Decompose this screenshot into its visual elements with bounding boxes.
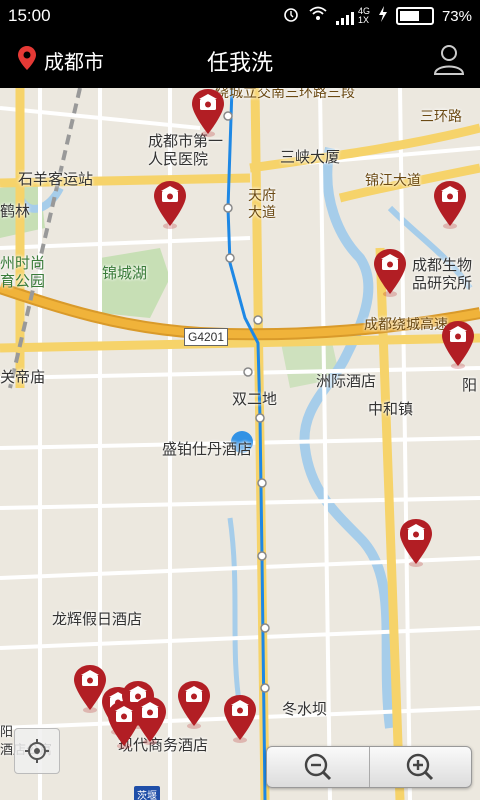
laundry-pin-icon bbox=[224, 695, 256, 743]
map-label-zhonghe: 中和镇 bbox=[368, 400, 414, 418]
map-label-he-lin: 鹤林 bbox=[0, 202, 31, 220]
map-label-sanxia: 三峡大厦 bbox=[280, 148, 341, 166]
laundry-pin[interactable] bbox=[398, 518, 434, 568]
laundry-pin-icon bbox=[374, 249, 406, 297]
laundry-pin[interactable] bbox=[440, 320, 476, 370]
map-label-jinjiang: 锦江大道 bbox=[365, 173, 421, 189]
app-header: 成都市 任我洗 bbox=[0, 32, 480, 88]
map-label-shengbo-hotel: 盛铂仕丹酒店 bbox=[162, 440, 253, 458]
map-label-jincheng-lake: 锦城湖 bbox=[102, 264, 148, 282]
map-label-longhui-hotel: 龙辉假日酒店 bbox=[52, 610, 143, 628]
status-icons: 4G 1X 73% bbox=[282, 5, 472, 27]
zoom-in-button[interactable] bbox=[368, 747, 472, 787]
highway-badge: G4201 bbox=[184, 328, 229, 346]
wifi-icon bbox=[308, 6, 328, 26]
user-button[interactable] bbox=[432, 42, 466, 76]
locate-icon bbox=[25, 739, 49, 763]
laundry-pin[interactable] bbox=[432, 180, 468, 230]
battery-icon bbox=[395, 7, 434, 25]
map-label-time-park: 州时尚 育公园 bbox=[0, 254, 46, 290]
alarm-icon bbox=[282, 5, 300, 27]
laundry-pin-icon bbox=[154, 181, 186, 229]
laundry-pin[interactable] bbox=[176, 680, 212, 730]
zoom-controls bbox=[266, 746, 472, 788]
app-title: 任我洗 bbox=[206, 51, 273, 76]
map-label-ring-road: 绕城立交南三环路三段 bbox=[215, 88, 355, 101]
map-label-zhouji-hotel: 洲际酒店 bbox=[316, 372, 377, 390]
map-label-tianfu: 天府 大道 bbox=[248, 188, 276, 221]
metro-badge: 茨堰 bbox=[134, 786, 160, 800]
laundry-pin[interactable] bbox=[372, 248, 408, 298]
laundry-pin-icon bbox=[434, 181, 466, 229]
map-label-ring-highway: 成都绕城高速 bbox=[364, 317, 448, 333]
zoom-in-icon bbox=[407, 753, 434, 781]
map-label-third-ring: 三环路 bbox=[420, 109, 462, 125]
user-icon bbox=[433, 45, 465, 75]
laundry-pin-icon bbox=[134, 697, 166, 745]
map-label-dongshuiba: 冬水坝 bbox=[282, 700, 328, 718]
laundry-pin-icon bbox=[178, 681, 210, 729]
laundry-pin-icon bbox=[400, 519, 432, 567]
signal-icon: 4G 1X bbox=[335, 7, 370, 25]
map-label-bus-station: 石羊客运站 bbox=[18, 170, 94, 188]
zoom-out-icon bbox=[304, 753, 331, 781]
map-view[interactable]: 绕城立交南三环路三段 三环路 成都市第一 人民医院 三峡大厦 石羊客运站 锦江大… bbox=[0, 88, 480, 800]
laundry-pin[interactable] bbox=[222, 694, 258, 744]
laundry-pin[interactable] bbox=[190, 88, 226, 138]
zoom-out-button[interactable] bbox=[267, 747, 369, 787]
map-label-bio-institute: 成都生物 品研究所 bbox=[412, 256, 473, 292]
battery-percent: 73% bbox=[441, 7, 472, 25]
map-label-guandi: 关帝庙 bbox=[0, 368, 46, 386]
map-label-yang: 阳 bbox=[462, 376, 478, 394]
laundry-pin-icon bbox=[442, 321, 474, 369]
status-time: 15:00 bbox=[8, 6, 51, 25]
charging-icon bbox=[378, 6, 388, 26]
status-bar: 15:00 4G 1X 73% bbox=[0, 0, 480, 32]
map-label-shuangerdi: 双二地 bbox=[232, 390, 278, 408]
network-sub: 1X bbox=[357, 15, 369, 25]
laundry-pin[interactable] bbox=[152, 180, 188, 230]
laundry-pin[interactable] bbox=[132, 696, 168, 746]
laundry-pin-icon bbox=[192, 89, 224, 137]
locate-button[interactable] bbox=[14, 728, 60, 774]
